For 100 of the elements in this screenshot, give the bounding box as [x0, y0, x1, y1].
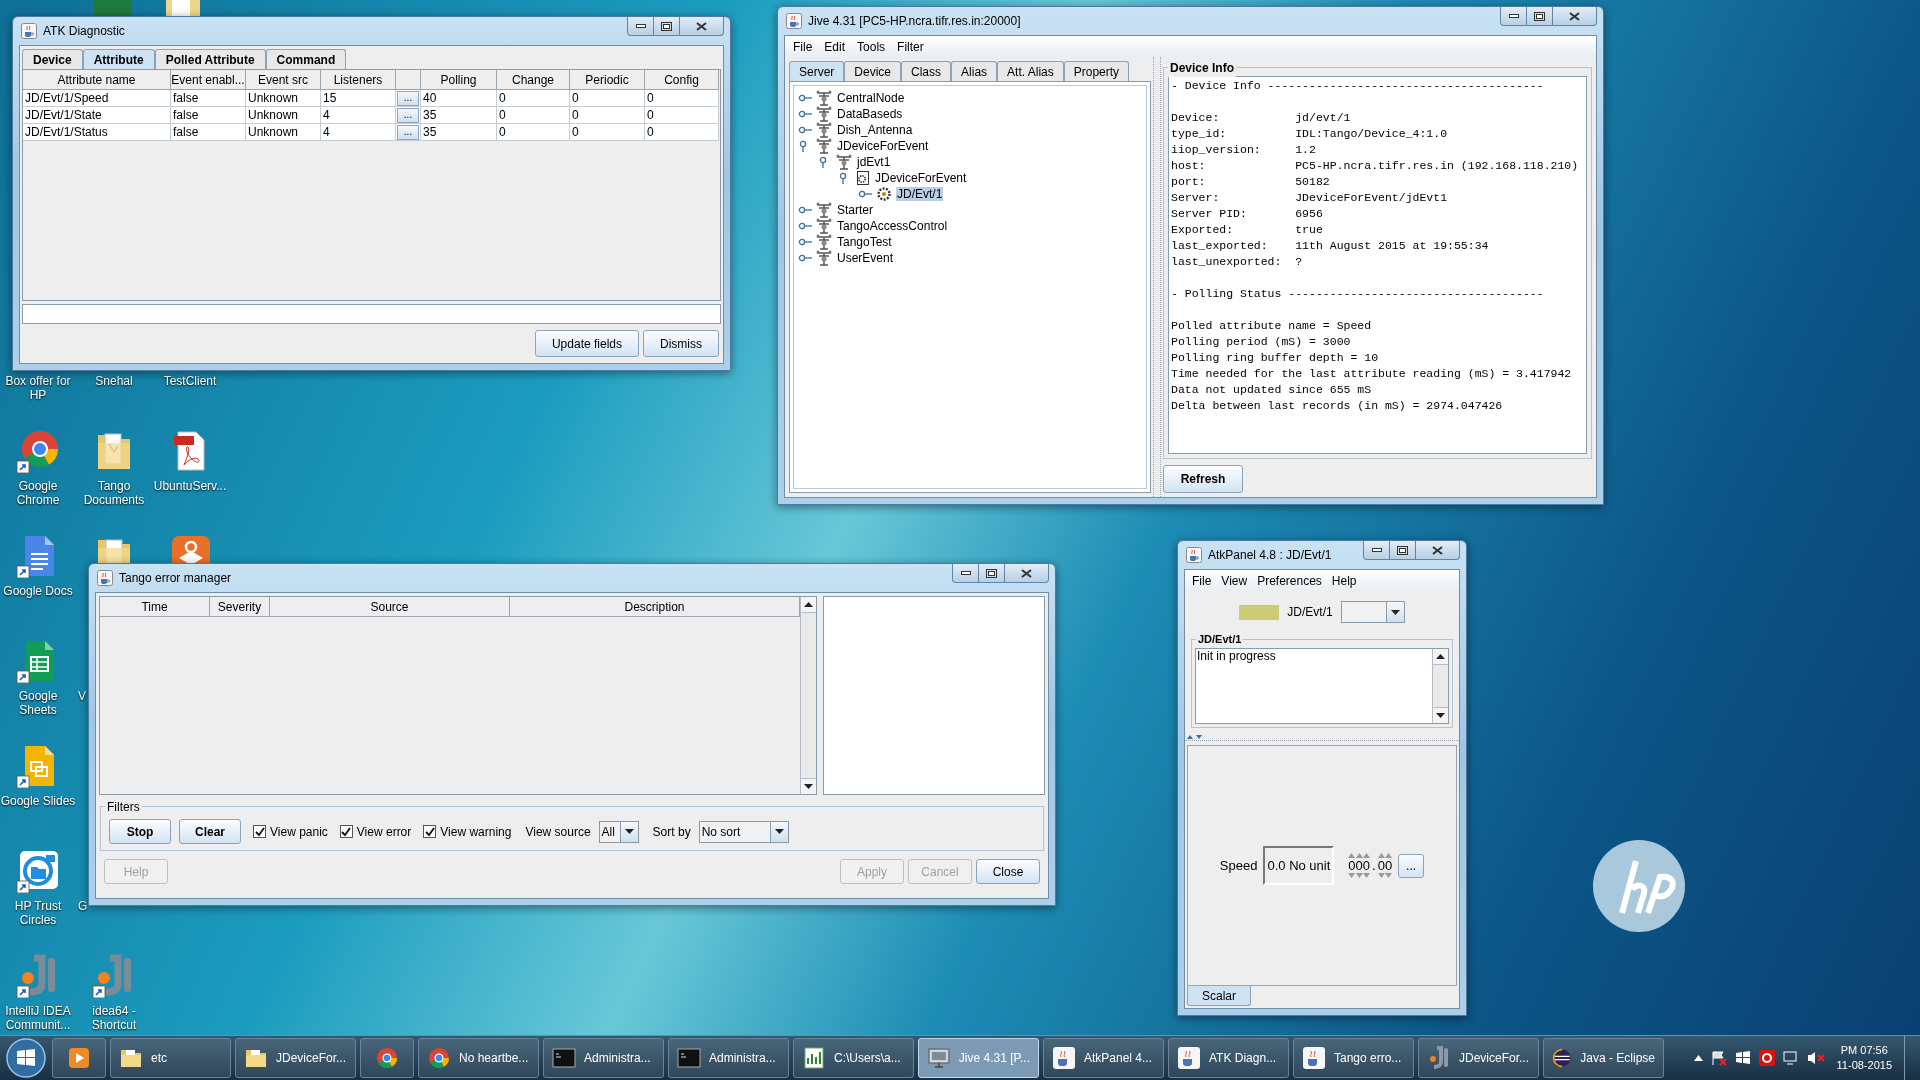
menu-item[interactable]: File — [1187, 571, 1217, 590]
device-dropdown[interactable] — [1340, 601, 1405, 623]
column-header[interactable]: Source — [270, 597, 510, 617]
close-button[interactable] — [1005, 564, 1049, 583]
tree-item[interactable]: JDeviceForEvent — [836, 139, 930, 153]
taskbar-button[interactable]: Tango erro... — [1293, 1038, 1414, 1078]
column-header[interactable]: Config — [645, 70, 719, 90]
maximize-button[interactable] — [654, 17, 680, 36]
dialog-button[interactable]: Close — [976, 859, 1040, 884]
tree-item[interactable]: UserEvent — [836, 251, 895, 265]
icon-label[interactable]: Google Slides — [0, 794, 76, 808]
checkbox[interactable]: View panic — [253, 822, 328, 841]
tree-item[interactable]: JDeviceForEvent — [874, 171, 968, 185]
tab[interactable]: Attribute — [82, 49, 155, 69]
tab[interactable]: Att. Alias — [997, 61, 1064, 81]
tree-item[interactable]: JD/Evt/1 — [896, 187, 944, 201]
minimize-button[interactable] — [1500, 7, 1527, 26]
tab[interactable]: Class — [901, 61, 952, 81]
taskbar-button[interactable]: AtkPanel 4... — [1043, 1038, 1164, 1078]
taskbar-button[interactable]: Administra... — [668, 1038, 789, 1078]
taskbar-button[interactable]: Java - Eclipse — [1543, 1038, 1664, 1078]
column-header[interactable]: Severity — [210, 597, 270, 617]
tab[interactable]: Alias — [951, 61, 998, 81]
filter-button[interactable]: Stop — [109, 819, 171, 844]
taskbar-button[interactable]: Administra... — [543, 1038, 664, 1078]
filter-button[interactable]: Clear — [179, 819, 241, 844]
minimize-button[interactable] — [952, 564, 979, 583]
taskbar-button[interactable]: ATK Diagn... — [1168, 1038, 1289, 1078]
icon-label[interactable]: Tango Documents — [76, 479, 152, 507]
close-button[interactable] — [1416, 541, 1460, 560]
menu-item[interactable]: Preferences — [1252, 571, 1327, 590]
minimize-button[interactable] — [627, 17, 654, 36]
tree-item[interactable]: TangoTest — [836, 235, 893, 249]
app-icon[interactable] — [1758, 1050, 1775, 1066]
column-header[interactable]: Polling — [421, 70, 497, 90]
scrollbar[interactable] — [1432, 649, 1448, 723]
tree-item[interactable]: Dish_Antenna — [836, 123, 914, 137]
tree-item[interactable]: CentralNode — [836, 91, 906, 105]
expand-handle[interactable] — [798, 108, 812, 120]
maximize-button[interactable] — [979, 564, 1005, 583]
expand-handle[interactable] — [798, 236, 812, 248]
clock-date[interactable]: 11-08-2015 — [1836, 1058, 1892, 1073]
tab[interactable]: Scalar — [1187, 986, 1251, 1006]
more-button[interactable]: ... — [1398, 853, 1425, 878]
view-source-dropdown[interactable]: All — [598, 820, 639, 843]
taskbar-button[interactable]: JDeviceFor... — [235, 1038, 356, 1078]
tree-item[interactable]: TangoAccessControl — [836, 219, 949, 233]
checkbox[interactable]: View warning — [423, 822, 512, 841]
tab[interactable]: Property — [1063, 61, 1130, 81]
icon-label[interactable]: Google Chrome — [0, 479, 76, 507]
tab[interactable]: Device — [844, 61, 902, 81]
tab[interactable]: Server — [789, 61, 845, 81]
close-button[interactable] — [680, 17, 724, 36]
column-header[interactable]: Time — [100, 597, 210, 617]
expand-handle[interactable] — [798, 92, 812, 104]
column-header[interactable]: Attribute name — [23, 70, 171, 90]
tab[interactable]: Polled Attribute — [154, 49, 266, 69]
sort-by-dropdown[interactable]: No sort — [698, 820, 789, 843]
taskbar-button[interactable] — [52, 1038, 106, 1078]
menu-item[interactable]: Help — [1326, 571, 1362, 590]
column-header[interactable]: Event enabl... — [171, 70, 246, 90]
checkbox[interactable]: View error — [339, 822, 412, 841]
details-button[interactable]: ... — [397, 107, 419, 123]
icon-label[interactable]: Google Sheets — [0, 689, 76, 717]
maximize-button[interactable] — [1390, 541, 1416, 560]
start-button[interactable] — [4, 1037, 48, 1079]
split-arrows-icon[interactable] — [1187, 733, 1203, 740]
icon-label[interactable]: Box offer for HP — [0, 374, 76, 402]
icon-label[interactable]: TestClient — [163, 374, 217, 388]
menu-item[interactable]: File — [787, 37, 819, 56]
icon-label[interactable]: Snehal — [95, 374, 133, 388]
maximize-button[interactable] — [1527, 7, 1553, 26]
dialog-button[interactable]: Update fields — [534, 330, 639, 357]
expand-handle[interactable] — [798, 124, 812, 136]
expand-handle[interactable] — [798, 204, 812, 216]
column-header[interactable]: Periodic — [570, 70, 645, 90]
menu-item[interactable]: Edit — [818, 37, 852, 56]
icon-label[interactable]: UbuntuServ... — [153, 479, 227, 493]
flag-icon[interactable] — [1710, 1050, 1727, 1066]
details-button[interactable]: ... — [397, 90, 419, 106]
minimize-button[interactable] — [1363, 541, 1390, 560]
clock-time[interactable]: PM 07:56 — [1840, 1043, 1888, 1058]
taskbar-button[interactable]: JDeviceFor... — [1418, 1038, 1539, 1078]
expand-handle[interactable] — [858, 188, 872, 200]
taskbar-button[interactable] — [360, 1038, 414, 1078]
caret-up-icon[interactable] — [1693, 1055, 1703, 1061]
monitor-icon[interactable] — [1782, 1050, 1799, 1066]
tab[interactable]: Device — [22, 49, 83, 69]
scrollbar[interactable] — [800, 597, 816, 794]
icon-label[interactable]: Google Docs — [3, 584, 73, 598]
menu-item[interactable]: View — [1216, 571, 1253, 590]
icon-label[interactable]: IntelliJ IDEA Communit... — [0, 1004, 76, 1032]
icon-label[interactable]: HP Trust Circles — [0, 899, 76, 927]
taskbar-button[interactable]: No heartbe... — [418, 1038, 539, 1078]
windows-icon[interactable] — [1734, 1050, 1751, 1066]
icon-label[interactable]: idea64 - Shortcut — [76, 1004, 152, 1032]
taskbar-button[interactable]: C:\Users\a... — [793, 1038, 914, 1078]
menu-item[interactable]: Filter — [891, 37, 930, 56]
taskbar-button[interactable]: etc — [110, 1038, 231, 1078]
expand-handle[interactable] — [798, 220, 812, 232]
